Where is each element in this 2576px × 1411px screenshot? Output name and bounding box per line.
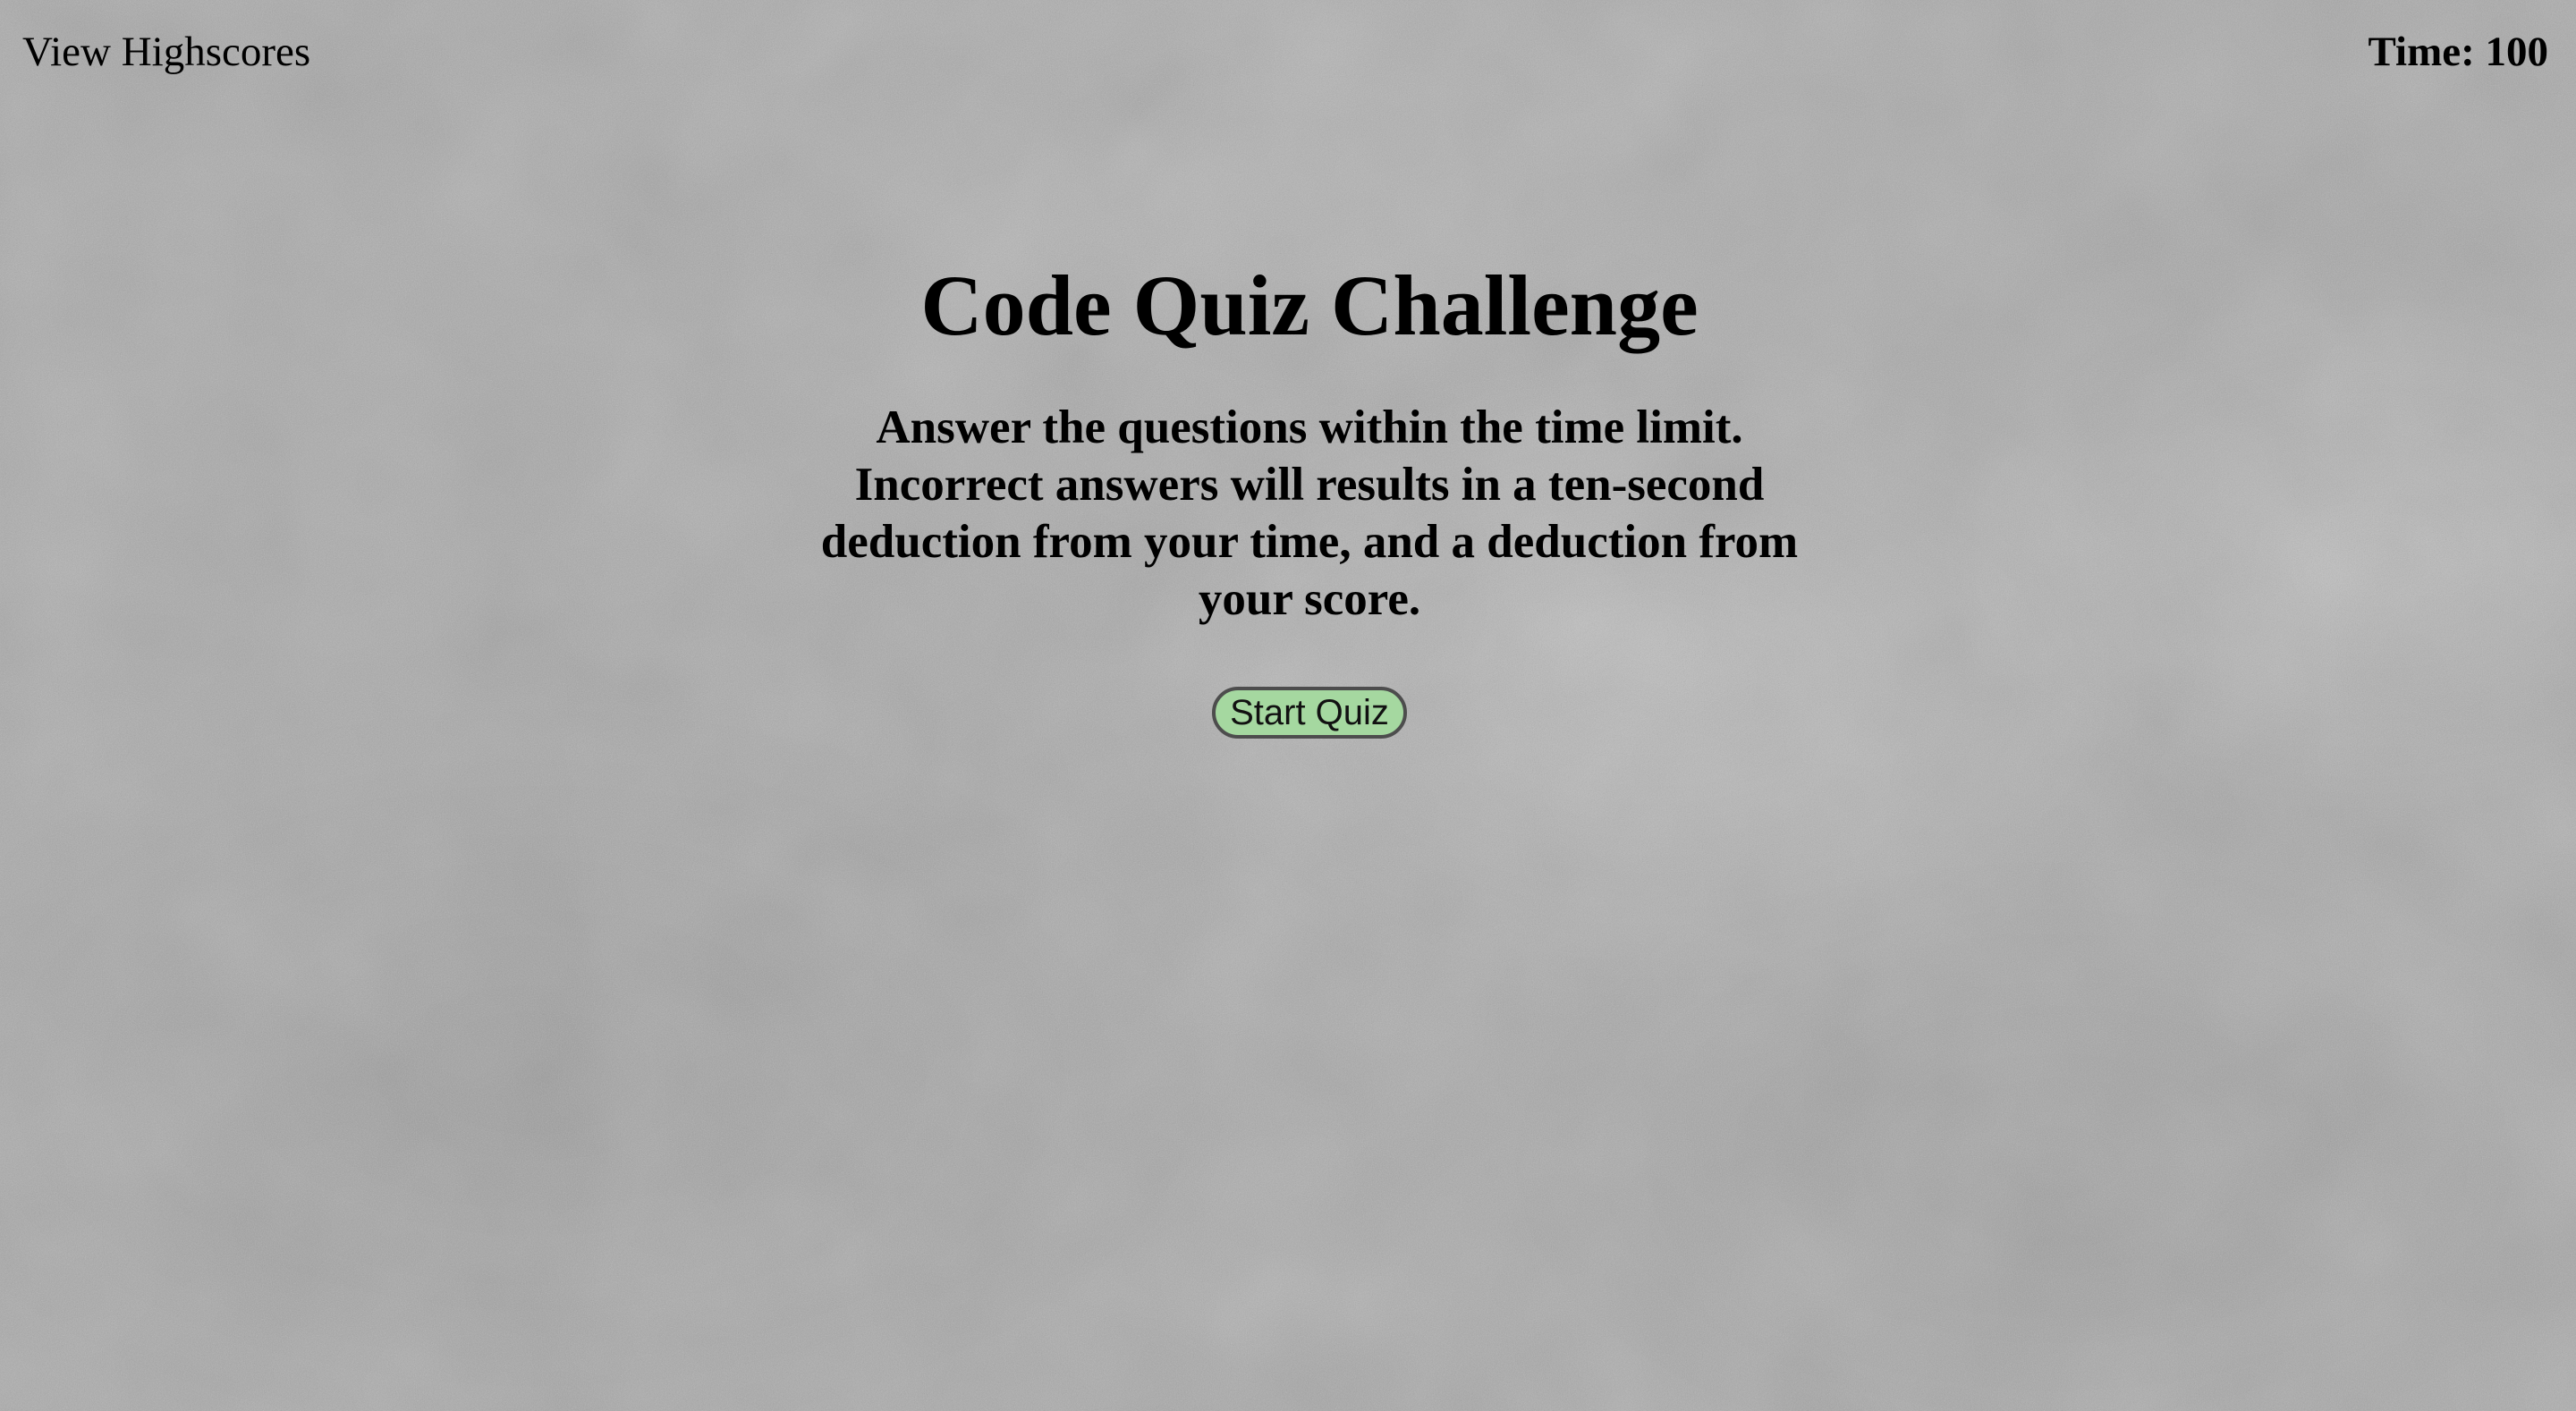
start-screen: Code Quiz Challenge Answer the questions…: [0, 252, 2576, 739]
start-quiz-button[interactable]: Start Quiz: [1212, 687, 1407, 739]
page-title: Code Quiz Challenge: [920, 258, 1699, 353]
view-highscores-link[interactable]: View Highscores: [22, 23, 310, 80]
quiz-instructions: Answer the questions within the time lim…: [820, 401, 1799, 625]
timer: Time: 100: [2368, 23, 2548, 80]
timer-label: Time:: [2368, 29, 2475, 75]
timer-value: 100: [2485, 29, 2549, 75]
